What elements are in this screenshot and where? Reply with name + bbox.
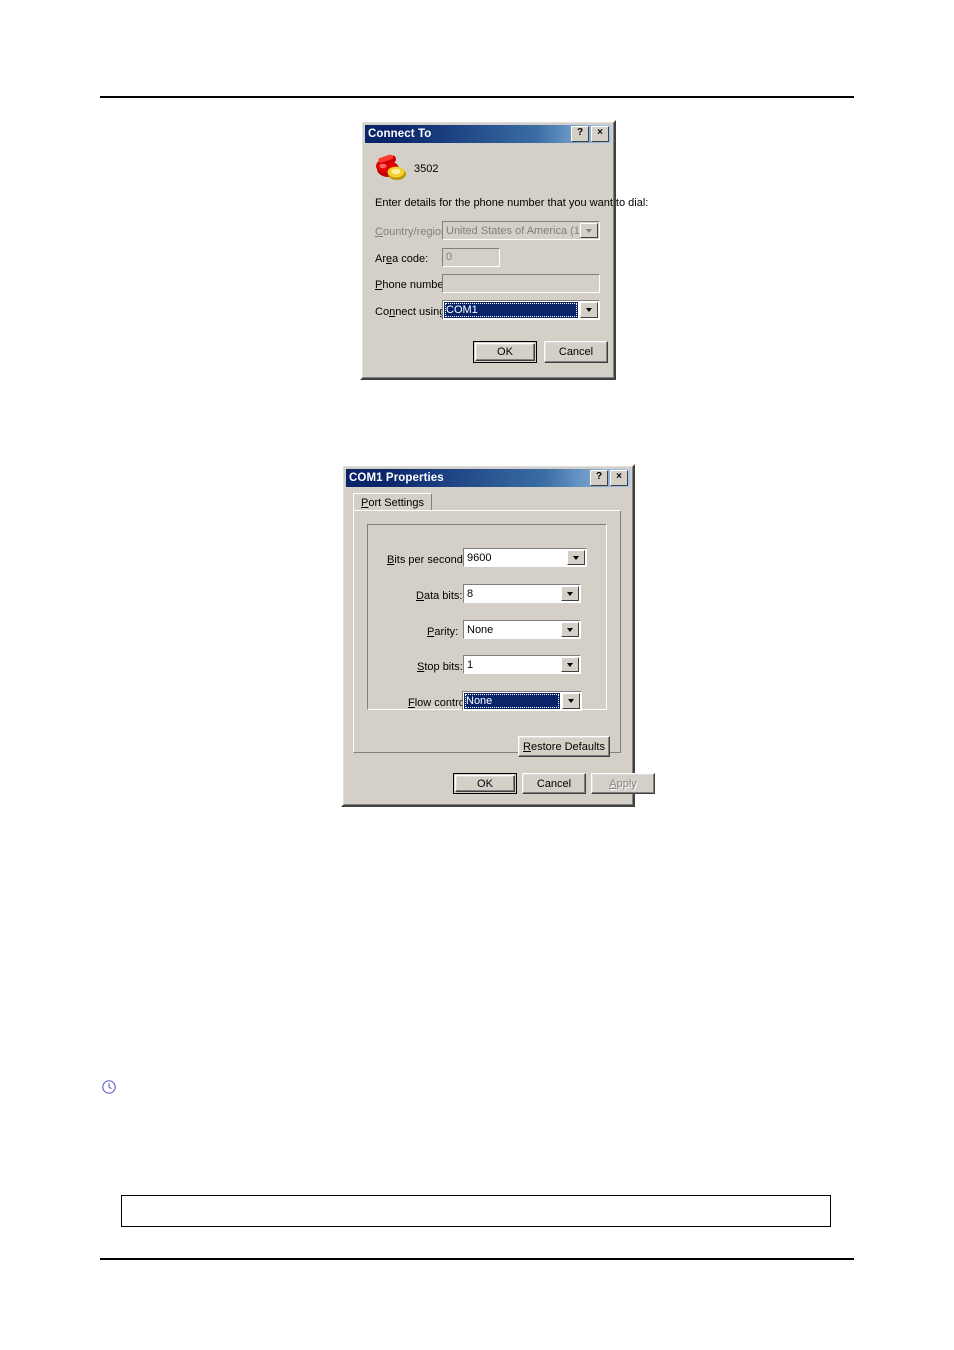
help-icon[interactable]: ? (571, 126, 589, 142)
com1-properties-dialog: COM1 Properties ? × Port Settings Bits p… (341, 464, 655, 807)
phone-number-field[interactable] (442, 274, 600, 293)
stop-bits-value: 1 (467, 658, 474, 671)
titlebar-buttons: ? × (590, 470, 628, 486)
country-region-label: Country/region: (375, 226, 451, 238)
phone-number-label: Phone number: (375, 279, 451, 291)
bits-per-second-combo[interactable]: 9600 (463, 548, 587, 567)
titlebar[interactable]: Connect To ? × (365, 125, 611, 143)
parity-label: Parity: (427, 626, 459, 638)
close-icon[interactable]: × (610, 470, 628, 486)
cancel-button-label: Cancel (536, 777, 572, 790)
data-bits-combo[interactable]: 8 (463, 584, 581, 603)
apply-button-label: Apply (609, 777, 637, 790)
connection-name: 3502 (414, 163, 439, 175)
ok-button[interactable]: OK (453, 773, 517, 794)
parity-value: None (467, 623, 494, 636)
bits-per-second-value: 9600 (467, 551, 492, 564)
chevron-down-icon[interactable] (562, 693, 580, 709)
page-header-rule (100, 96, 854, 98)
help-icon[interactable]: ? (590, 470, 608, 486)
close-icon[interactable]: × (591, 126, 609, 142)
tab-port-settings-label: Port Settings (361, 496, 424, 509)
flow-control-combo[interactable]: None (462, 691, 582, 711)
dialog-title: COM1 Properties (349, 472, 444, 484)
chevron-down-icon[interactable] (561, 586, 579, 601)
stop-bits-label: Stop bits: (417, 661, 463, 673)
cancel-button[interactable]: Cancel (522, 773, 586, 794)
connect-to-dialog: Connect To ? × 3502 Enter details for th… (360, 120, 648, 380)
ok-button-label: OK (477, 777, 493, 790)
country-region-value: United States of America (1) (446, 224, 579, 237)
connect-using-value: COM1 (444, 302, 578, 318)
telephone-icon (374, 152, 408, 182)
connect-using-label: Connect using: (375, 306, 449, 318)
cancel-button-label: Cancel (558, 346, 594, 358)
tab-port-settings[interactable]: Port Settings (353, 493, 432, 511)
stop-bits-combo[interactable]: 1 (463, 655, 581, 674)
chevron-down-icon[interactable] (580, 223, 598, 238)
dialog-instruction: Enter details for the phone number that … (375, 197, 649, 209)
ok-button-label: OK (497, 346, 513, 358)
data-bits-value: 8 (467, 587, 474, 600)
note-box (121, 1195, 831, 1227)
area-code-value: 0 (446, 251, 453, 263)
chevron-down-icon[interactable] (561, 657, 579, 672)
parity-combo[interactable]: None (463, 620, 581, 639)
restore-defaults-label: Restore Defaults (523, 740, 605, 753)
restore-defaults-button[interactable]: Restore Defaults (518, 736, 610, 757)
titlebar[interactable]: COM1 Properties ? × (346, 469, 630, 487)
bits-per-second-label: Bits per second: (387, 554, 466, 566)
ok-button[interactable]: OK (473, 341, 537, 363)
data-bits-label: Data bits: (416, 590, 463, 602)
chevron-down-icon[interactable] (567, 550, 585, 565)
page-footer-rule (100, 1258, 854, 1260)
apply-button[interactable]: Apply (591, 773, 655, 794)
area-code-label: Area code: (375, 253, 429, 265)
dialog-title: Connect To (368, 128, 432, 140)
chevron-down-icon[interactable] (580, 302, 598, 318)
country-region-combo[interactable]: United States of America (1) (442, 221, 600, 240)
connect-using-combo[interactable]: COM1 (442, 300, 600, 320)
clock-icon (101, 1079, 117, 1095)
cancel-button[interactable]: Cancel (544, 341, 608, 363)
area-code-field[interactable]: 0 (442, 248, 500, 267)
titlebar-buttons: ? × (571, 126, 609, 142)
chevron-down-icon[interactable] (561, 622, 579, 637)
flow-control-value: None (464, 693, 560, 709)
